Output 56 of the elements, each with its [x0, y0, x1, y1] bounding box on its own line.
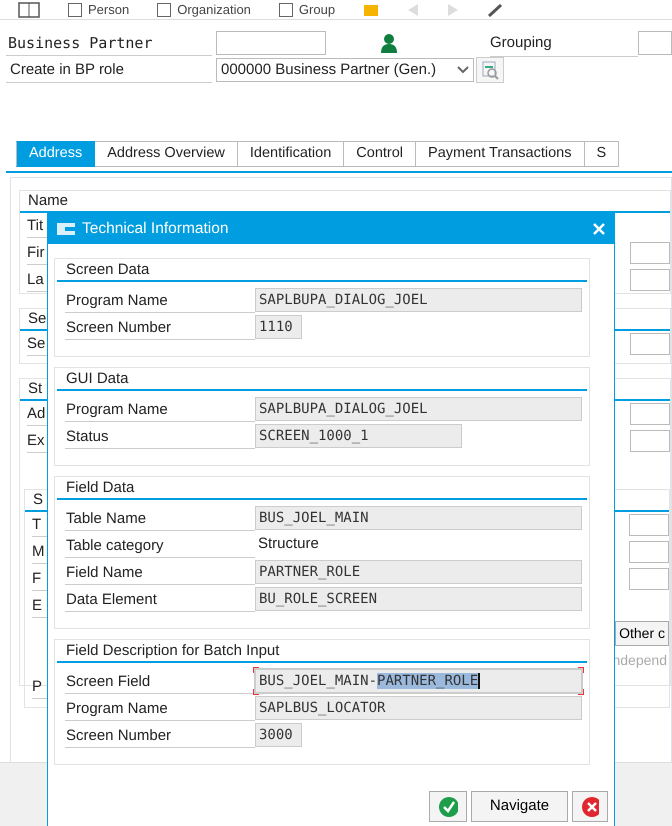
field-label: Table category	[65, 532, 255, 558]
caret-icon	[457, 66, 469, 74]
cancel-button[interactable]	[572, 791, 608, 822]
input-field[interactable]	[629, 514, 669, 536]
window-icon	[56, 220, 76, 236]
output-field[interactable]: BUS_JOEL_MAIN-PARTNER_ROLE	[255, 668, 582, 692]
input-field[interactable]	[638, 31, 672, 55]
tab[interactable]: Address Overview	[95, 141, 238, 167]
output-field[interactable]: SAPLBUPA_DIALOG_JOEL	[255, 288, 582, 312]
grid-icon[interactable]	[18, 2, 40, 18]
toolbar-label[interactable]: Person	[88, 0, 130, 20]
navigate-button[interactable]: Navigate	[471, 791, 568, 822]
output-field[interactable]: BU_ROLE_SCREEN	[255, 586, 582, 610]
group-title: GUI Data	[57, 368, 587, 391]
field-value: Structure	[257, 534, 319, 554]
output-field[interactable]: SAPLBUS_LOCATOR	[255, 696, 582, 720]
input-field[interactable]	[630, 403, 670, 426]
cancel-icon	[581, 796, 599, 818]
output-field[interactable]: 1110	[255, 314, 302, 338]
field-label: Create in BP role	[6, 57, 212, 83]
back-icon[interactable]	[407, 2, 420, 16]
toolbar-label[interactable]: Group	[298, 0, 336, 20]
field-label: Business Partner	[6, 30, 212, 56]
input-field[interactable]	[629, 541, 669, 564]
output-field[interactable]: SAPLBUPA_DIALOG_JOEL	[255, 396, 582, 420]
group-title: Screen Data	[57, 259, 587, 282]
input-field[interactable]	[630, 333, 670, 356]
window-title: Technical Information	[82, 218, 230, 239]
tab[interactable]: Payment Transactions	[416, 141, 584, 167]
tab[interactable]: Control	[344, 141, 416, 167]
tab[interactable]: S	[584, 141, 620, 167]
pencil-icon[interactable]	[487, 2, 504, 16]
output-field[interactable]: SCREEN_1000_1	[255, 424, 462, 448]
confirm-button[interactable]	[429, 791, 467, 822]
input-field[interactable]	[630, 242, 670, 264]
checkbox[interactable]	[278, 2, 293, 16]
person-icon	[380, 33, 398, 53]
group-title: Field Data	[57, 477, 587, 500]
input-field[interactable]	[630, 269, 670, 292]
output-field[interactable]: 3000	[255, 722, 302, 746]
forward-icon[interactable]	[447, 2, 460, 16]
tab[interactable]: Identification	[238, 141, 344, 167]
output-field[interactable]: PARTNER_ROLE	[255, 560, 582, 584]
check-icon	[438, 796, 458, 818]
search-button[interactable]	[476, 57, 504, 83]
group-title: Field Description for Batch Input	[57, 640, 587, 663]
toolbar-label[interactable]: Organization	[177, 0, 251, 20]
input-field[interactable]	[216, 31, 326, 55]
checkbox[interactable]	[157, 2, 172, 16]
other-button[interactable]: Other c	[615, 620, 669, 646]
checkbox[interactable]	[68, 2, 82, 16]
close-icon[interactable]	[592, 222, 606, 236]
input-field[interactable]	[630, 430, 670, 452]
output-field[interactable]: BUS_JOEL_MAIN	[255, 506, 582, 530]
input-field[interactable]	[629, 568, 669, 590]
role-dropdown[interactable]: 000000 Business Partner (Gen.)	[216, 58, 474, 82]
